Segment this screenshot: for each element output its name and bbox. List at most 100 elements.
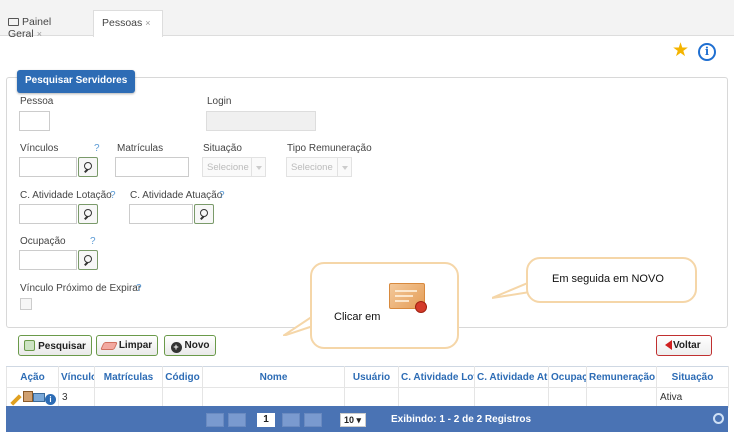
chevron-down-icon bbox=[251, 158, 265, 176]
cell-atuacao bbox=[474, 387, 549, 408]
column-header[interactable]: Código bbox=[162, 366, 203, 388]
tab-label: Pessoas bbox=[102, 17, 143, 29]
prev-page-button[interactable] bbox=[228, 413, 246, 427]
plus-icon: + bbox=[170, 342, 182, 353]
next-page-button[interactable] bbox=[282, 413, 300, 427]
help-icon[interactable]: ? bbox=[90, 236, 96, 247]
tipo-remuneracao-value: Selecione bbox=[291, 162, 333, 173]
certificate-icon bbox=[389, 283, 427, 313]
search-icon[interactable] bbox=[78, 204, 98, 224]
limpar-button[interactable]: Limpar bbox=[96, 335, 158, 356]
current-page[interactable]: 1 bbox=[257, 413, 275, 427]
vinculos-label: Vínculos bbox=[20, 143, 59, 154]
last-page-button[interactable] bbox=[304, 413, 322, 427]
back-arrow-icon bbox=[660, 340, 672, 350]
column-header[interactable]: Vínculos bbox=[58, 366, 95, 388]
situacao-select[interactable]: Selecione bbox=[202, 157, 266, 177]
close-icon[interactable]: × bbox=[145, 18, 150, 28]
table-row: i 3 Ativa bbox=[6, 387, 729, 408]
info-icon[interactable]: i bbox=[45, 393, 56, 405]
button-label: Novo bbox=[184, 340, 210, 351]
button-label: Limpar bbox=[118, 340, 153, 351]
pagination-bar: 1 10 ▾ Exibindo: 1 - 2 de 2 Registros bbox=[6, 406, 728, 432]
per-page-value: 10 bbox=[344, 415, 355, 425]
column-header[interactable]: Usuário bbox=[344, 366, 399, 388]
c-atividade-lotacao-input[interactable] bbox=[19, 204, 77, 224]
login-input[interactable] bbox=[206, 111, 316, 131]
cell-codigo bbox=[162, 387, 203, 408]
info-icon[interactable]: i bbox=[698, 43, 716, 61]
help-icon[interactable]: ? bbox=[94, 143, 100, 154]
cell-lotacao bbox=[398, 387, 475, 408]
pessoa-input[interactable] bbox=[19, 111, 50, 131]
c-atividade-atuacao-label: C. Atividade Atuação bbox=[130, 190, 223, 201]
eraser-icon bbox=[99, 342, 118, 350]
records-summary: Exibindo: 1 - 2 de 2 Registros bbox=[391, 414, 532, 425]
login-label: Login bbox=[207, 96, 232, 107]
cell-nome bbox=[202, 387, 345, 408]
cell-usuario bbox=[344, 387, 399, 408]
monitor-icon bbox=[8, 18, 19, 26]
search-icon[interactable] bbox=[194, 204, 214, 224]
pesquisar-button[interactable]: Pesquisar bbox=[18, 335, 92, 356]
ocupacao-label: Ocupação bbox=[20, 236, 66, 247]
tab-bar: Painel Geral × Pessoas × bbox=[0, 0, 734, 40]
cell-matriculas bbox=[94, 387, 163, 408]
column-header[interactable]: Situação bbox=[656, 366, 729, 388]
callout-text: Clicar em bbox=[334, 311, 381, 323]
callout-tail bbox=[492, 281, 530, 299]
cell-remuneracao bbox=[586, 387, 657, 408]
search-icon bbox=[24, 340, 36, 351]
tab-painel-geral[interactable]: Painel Geral × bbox=[0, 10, 92, 40]
callout-novo: Em seguida em NOVO bbox=[526, 257, 697, 303]
callout-text: Em seguida em NOVO bbox=[552, 273, 664, 285]
novo-button[interactable]: + Novo bbox=[164, 335, 216, 356]
results-table: Ação Vínculos Matrículas Código Nome Usu… bbox=[6, 366, 729, 408]
search-icon[interactable] bbox=[78, 250, 98, 270]
document-icon[interactable] bbox=[23, 390, 33, 402]
column-header[interactable]: Matrículas bbox=[94, 366, 163, 388]
panel-title[interactable]: Pesquisar Servidores bbox=[17, 70, 135, 93]
cell-situacao: Ativa bbox=[656, 387, 729, 408]
column-header[interactable]: Remuneração bbox=[586, 366, 657, 388]
vinculo-proximo-expirar-label: Vínculo Próximo de Expirar bbox=[20, 283, 142, 294]
per-page-select[interactable]: 10 ▾ bbox=[340, 413, 366, 427]
cell-ocupacao bbox=[548, 387, 587, 408]
button-label: Pesquisar bbox=[38, 341, 86, 352]
first-page-button[interactable] bbox=[206, 413, 224, 427]
column-header[interactable]: C. Atividade Atuação bbox=[474, 366, 549, 388]
column-header[interactable]: Nome bbox=[202, 366, 345, 388]
voltar-button[interactable]: Voltar bbox=[656, 335, 712, 356]
tipo-remuneracao-label: Tipo Remuneração bbox=[287, 143, 372, 154]
help-icon[interactable]: ? bbox=[110, 190, 116, 201]
column-header[interactable]: C. Atividade Lotação bbox=[398, 366, 475, 388]
matriculas-input[interactable] bbox=[115, 157, 189, 177]
c-atividade-atuacao-input[interactable] bbox=[129, 204, 193, 224]
table-header: Ação Vínculos Matrículas Código Nome Usu… bbox=[6, 366, 729, 388]
edit-icon[interactable] bbox=[10, 393, 22, 406]
column-header[interactable]: Ocupação bbox=[548, 366, 587, 388]
callout-clicar: Clicar em bbox=[310, 262, 459, 349]
chevron-down-icon bbox=[337, 158, 351, 176]
ocupacao-input[interactable] bbox=[19, 250, 77, 270]
row-actions: i bbox=[6, 387, 59, 408]
c-atividade-lotacao-label: C. Atividade Lotação bbox=[20, 190, 112, 201]
button-label: Voltar bbox=[673, 340, 701, 351]
tipo-remuneracao-select[interactable]: Selecione bbox=[286, 157, 352, 177]
column-header[interactable]: Ação bbox=[6, 366, 59, 388]
star-icon[interactable]: ★ bbox=[672, 41, 689, 60]
situacao-value: Selecione bbox=[207, 162, 249, 173]
transfer-icon[interactable] bbox=[33, 392, 45, 402]
vinculos-input[interactable] bbox=[19, 157, 77, 177]
tab-pessoas[interactable]: Pessoas × bbox=[93, 10, 163, 37]
refresh-icon[interactable] bbox=[713, 413, 724, 424]
search-icon[interactable] bbox=[78, 157, 98, 177]
vinculo-proximo-expirar-checkbox[interactable] bbox=[20, 298, 32, 310]
help-icon[interactable]: ? bbox=[219, 190, 225, 201]
cell-vinculos: 3 bbox=[58, 387, 95, 408]
pessoa-label: Pessoa bbox=[20, 96, 54, 107]
help-icon[interactable]: ? bbox=[136, 283, 142, 294]
situacao-label: Situação bbox=[203, 143, 242, 154]
matriculas-label: Matrículas bbox=[117, 143, 164, 154]
close-icon[interactable]: × bbox=[37, 29, 42, 39]
